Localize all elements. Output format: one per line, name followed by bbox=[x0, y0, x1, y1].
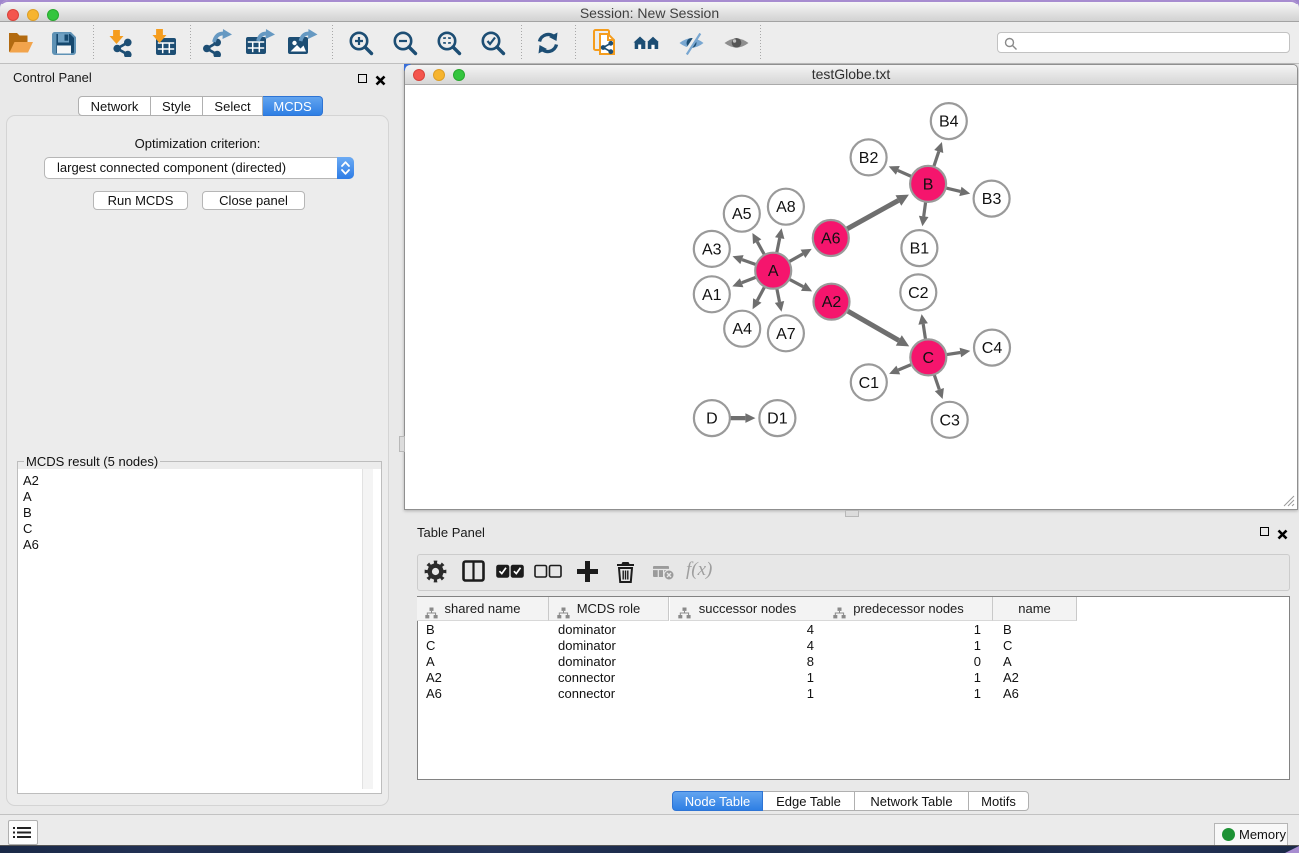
svg-text:A: A bbox=[768, 263, 779, 280]
svg-text:B4: B4 bbox=[939, 114, 959, 131]
svg-text:C3: C3 bbox=[939, 412, 960, 429]
svg-text:A3: A3 bbox=[702, 241, 722, 258]
svg-text:C2: C2 bbox=[908, 285, 929, 302]
svg-text:B1: B1 bbox=[910, 241, 930, 258]
svg-text:A1: A1 bbox=[702, 287, 722, 304]
svg-text:A7: A7 bbox=[776, 326, 796, 343]
svg-text:A2: A2 bbox=[822, 294, 842, 311]
svg-text:A6: A6 bbox=[821, 231, 841, 248]
svg-text:D: D bbox=[706, 411, 718, 428]
svg-text:B2: B2 bbox=[859, 150, 879, 167]
svg-text:D1: D1 bbox=[767, 411, 788, 428]
svg-text:C4: C4 bbox=[982, 340, 1003, 357]
svg-text:C: C bbox=[923, 350, 935, 367]
svg-text:B3: B3 bbox=[982, 191, 1002, 208]
svg-text:A8: A8 bbox=[776, 199, 796, 216]
svg-text:A5: A5 bbox=[732, 206, 752, 223]
svg-text:C1: C1 bbox=[859, 375, 880, 392]
svg-text:A4: A4 bbox=[732, 321, 752, 338]
svg-text:B: B bbox=[923, 176, 934, 193]
